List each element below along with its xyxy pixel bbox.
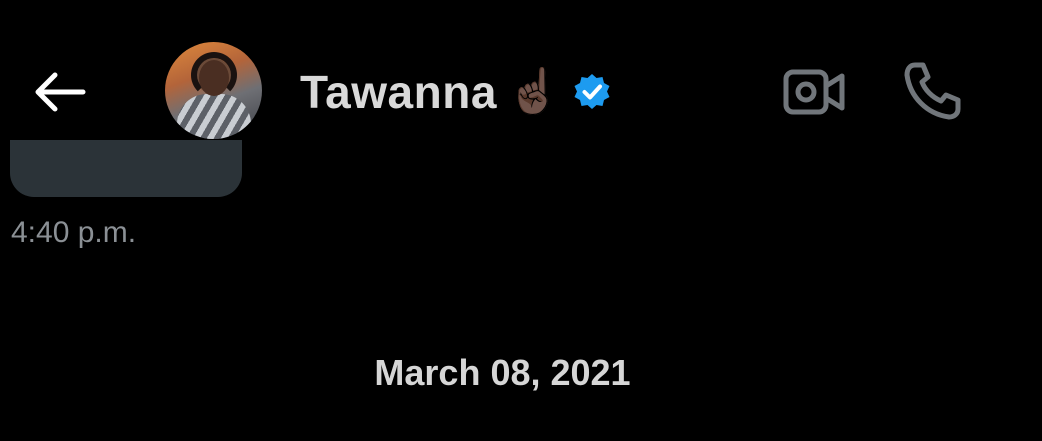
verified-badge-icon xyxy=(571,71,613,113)
message-bubble[interactable] xyxy=(10,140,242,197)
date-separator: March 08, 2021 xyxy=(374,352,631,393)
arrow-left-icon xyxy=(35,72,86,112)
avatar[interactable] xyxy=(165,42,262,139)
avatar-shirt xyxy=(177,94,251,139)
phone-call-icon xyxy=(904,62,961,120)
contact-name: Tawanna xyxy=(300,66,497,118)
message-timestamp: 4:40 p.m. xyxy=(11,216,137,249)
back-button[interactable] xyxy=(26,62,92,122)
pointing-up-emoji: ☝🏿 xyxy=(506,66,562,117)
video-call-button[interactable] xyxy=(778,62,850,122)
contact-title[interactable]: Tawanna ☝🏿 xyxy=(300,62,613,122)
phone-call-button[interactable] xyxy=(898,56,968,126)
avatar-face xyxy=(199,60,229,96)
video-call-icon xyxy=(783,69,845,115)
